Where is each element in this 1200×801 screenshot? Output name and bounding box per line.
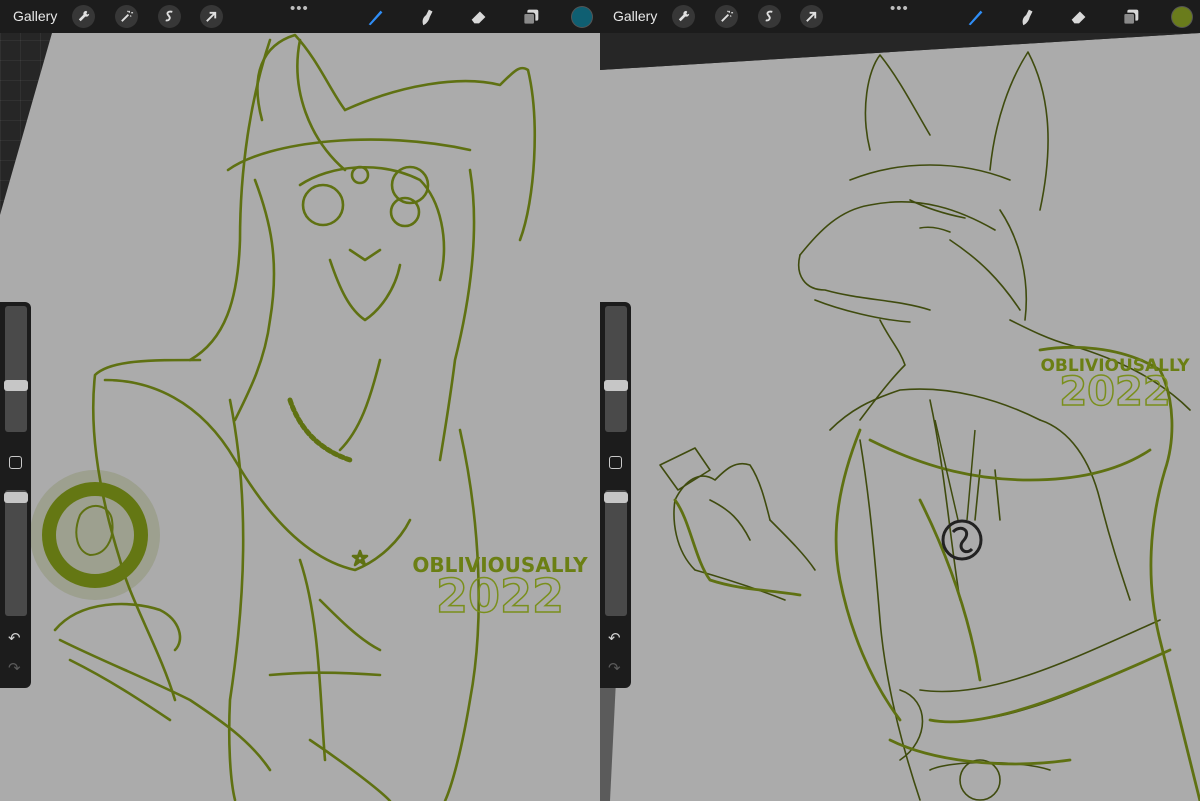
transform-arrow-icon[interactable] [200,5,223,28]
layers-icon[interactable] [519,5,543,29]
opacity-slider[interactable] [604,490,628,616]
left-screenshot: Gallery ••• ↶ ↷ OBLIVIOUSALLY 2022 [0,0,600,801]
eraser-icon[interactable] [467,5,491,29]
opacity-slider[interactable] [4,490,28,616]
magic-wand-icon[interactable] [715,5,738,28]
opacity-thumb[interactable] [604,492,628,503]
brush-size-thumb[interactable] [4,380,28,391]
selection-icon[interactable] [758,5,781,28]
side-bar: ↶ ↷ [600,302,631,688]
watermark: OBLIVIOUSALLY 2022 [405,553,595,623]
eraser-icon[interactable] [1067,5,1091,29]
smudge-icon[interactable] [415,5,439,29]
right-screenshot: Gallery ••• ↶ ↷ OBLIVIOUSALLY 2022 [600,0,1200,801]
top-toolbar: Gallery ••• [0,0,600,33]
layers-icon[interactable] [1119,5,1143,29]
watermark: OBLIVIOUSALLY 2022 [1030,356,1200,415]
more-dots[interactable]: ••• [890,0,909,17]
redo-button[interactable]: ↷ [608,661,621,676]
color-swatch[interactable] [572,7,592,27]
undo-button[interactable]: ↶ [8,631,21,646]
brush-size-thumb[interactable] [604,380,628,391]
more-dots[interactable]: ••• [290,0,309,17]
modify-button[interactable] [609,456,622,469]
opacity-thumb[interactable] [4,492,28,503]
brush-size-slider[interactable] [4,306,28,432]
watermark-year: 2022 [435,569,565,623]
transform-arrow-icon[interactable] [800,5,823,28]
side-bar: ↶ ↷ [0,302,31,688]
watermark-year: 2022 [1059,369,1172,415]
modify-button[interactable] [9,456,22,469]
selection-icon[interactable] [158,5,181,28]
brush-size-slider[interactable] [604,306,628,432]
brush-icon[interactable] [964,5,988,29]
magic-orb [30,470,160,600]
magic-wand-icon[interactable] [115,5,138,28]
brush-icon[interactable] [364,5,388,29]
wrench-icon[interactable] [672,5,695,28]
redo-button[interactable]: ↷ [8,661,21,676]
drawing-canvas[interactable] [0,0,600,801]
gallery-button[interactable]: Gallery [13,8,57,24]
smudge-icon[interactable] [1015,5,1039,29]
gallery-button[interactable]: Gallery [613,8,657,24]
undo-button[interactable]: ↶ [608,631,621,646]
color-swatch[interactable] [1172,7,1192,27]
top-toolbar: Gallery ••• [600,0,1200,33]
wrench-icon[interactable] [72,5,95,28]
